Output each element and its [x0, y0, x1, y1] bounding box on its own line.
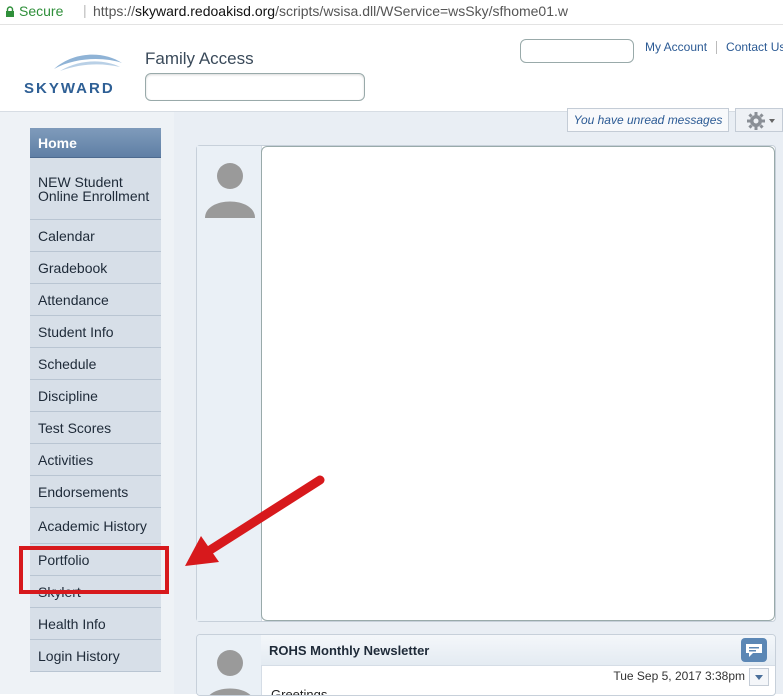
lock-icon [6, 6, 14, 17]
sidebar-item-label: Home [38, 134, 77, 151]
post-date: Tue Sep 5, 2017 3:38pm [613, 669, 745, 683]
sidebar-item-endorsements[interactable]: Endorsements [30, 476, 161, 508]
url-path: /scripts/wsisa.dll/WService=wsSky/sfhome… [275, 3, 569, 19]
sidebar-item-home[interactable]: Home [30, 128, 161, 158]
sidebar-item-academic-history[interactable]: Academic History [30, 508, 161, 544]
app-title: Family Access [145, 49, 254, 68]
browser-address-bar[interactable]: Secure | https://skyward.redoakisd.org/s… [0, 0, 783, 25]
newsletter-card: ROHS Monthly Newsletter Tue Sep 5, 2017 … [196, 634, 776, 696]
chat-bubble-icon[interactable] [741, 638, 767, 662]
link-divider [716, 41, 718, 55]
secure-label: Secure [19, 3, 64, 19]
settings-menu-button[interactable] [735, 108, 783, 132]
sidebar-item-label: Login History [38, 647, 120, 664]
sidebar-item-calendar[interactable]: Calendar [30, 220, 161, 252]
gear-icon [747, 112, 775, 130]
sidebar-item-label: Gradebook [38, 259, 108, 276]
sidebar-item-label: NEW Student Online Enrollment [38, 173, 150, 204]
newsletter-title: ROHS Monthly Newsletter [269, 643, 430, 658]
avatar-icon [209, 650, 251, 695]
sidebar-item-discipline[interactable]: Discipline [30, 380, 161, 412]
message-body [261, 146, 775, 621]
sidebar-item-test-scores[interactable]: Test Scores [30, 412, 161, 444]
sidebar-item-label: Discipline [38, 387, 98, 404]
logo-text: SKYWARD [24, 80, 115, 97]
contact-us-link[interactable]: Contact Us [726, 40, 783, 54]
sidebar-item-student-info[interactable]: Student Info [30, 316, 161, 348]
sidebar-item-label: Calendar [38, 227, 95, 244]
newsletter-card-strip [197, 635, 262, 695]
url-domain: skyward.redoakisd.org [135, 3, 276, 19]
skyward-logo: SKYWARD [24, 54, 122, 97]
sidebar-item-label: Student Info [38, 323, 114, 340]
sidebar-item-label: Activities [38, 451, 94, 468]
top-search-input[interactable] [520, 39, 634, 63]
my-account-link[interactable]: My Account [645, 40, 707, 54]
unread-messages-link[interactable]: You have unread messages [567, 108, 729, 132]
avatar-icon [205, 163, 255, 218]
url-prefix: https:// [93, 3, 136, 19]
sidebar-item-label: Health Info [38, 615, 106, 632]
post-body: Greetings [271, 687, 328, 696]
message-bar: You have unread messages [567, 108, 783, 132]
red-arrow-annotation [185, 475, 325, 566]
post-options-button[interactable] [749, 668, 769, 686]
sidebar-item-schedule[interactable]: Schedule [30, 348, 161, 380]
student-select-field[interactable] [145, 73, 365, 101]
url-separator: | [83, 2, 87, 18]
top-links: My Account Contact Us [645, 40, 783, 55]
sidebar-item-attendance[interactable]: Attendance [30, 284, 161, 316]
sidebar-item-gradebook[interactable]: Gradebook [30, 252, 161, 284]
chevron-down-icon [755, 675, 763, 680]
sidebar-item-label: Attendance [38, 291, 109, 308]
chevron-down-icon [769, 119, 775, 123]
sidebar-item-label: Endorsements [38, 483, 129, 500]
newsletter-header: ROHS Monthly Newsletter [261, 635, 775, 666]
sidebar-item-label: Schedule [38, 355, 97, 372]
sidebar-item-activities[interactable]: Activities [30, 444, 161, 476]
highlight-box-annotation [19, 546, 169, 594]
url-text[interactable]: https://skyward.redoakisd.org/scripts/ws… [93, 3, 568, 19]
sidebar-item-login-history[interactable]: Login History [30, 640, 161, 672]
sidebar-item-new-student-online-enrollment[interactable]: NEW Student Online Enrollment [30, 158, 161, 220]
sidebar-item-health-info[interactable]: Health Info [30, 608, 161, 640]
sidebar-item-label: Test Scores [38, 419, 112, 436]
sidebar-item-label: Academic History [38, 517, 147, 534]
